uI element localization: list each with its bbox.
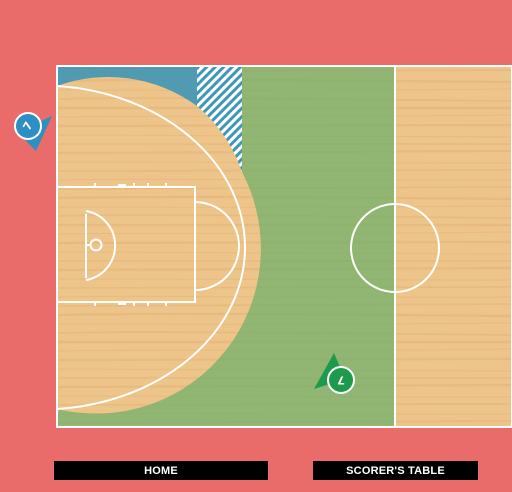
home-label: HOME bbox=[54, 461, 268, 480]
court-canvas: 7 7 bbox=[0, 0, 512, 492]
official-green-number: 7 bbox=[337, 374, 345, 387]
court-diagram: 7 7 HOME SCORER'S TABLE bbox=[0, 0, 512, 492]
scorers-table-label: SCORER'S TABLE bbox=[313, 461, 478, 480]
lane-block-top bbox=[118, 184, 126, 188]
lane-block-bottom bbox=[118, 301, 126, 305]
